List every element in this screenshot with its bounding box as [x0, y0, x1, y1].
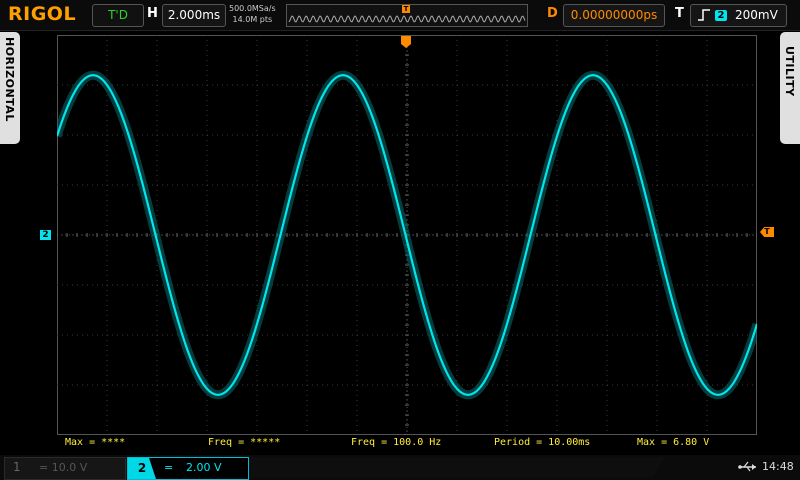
trigger-source-badge: 2 [715, 10, 727, 21]
channel1-coupling: = [39, 461, 49, 474]
top-status-bar: RIGOL T'D H 2.000ms 500.0MSa/s 14.0M pts… [0, 0, 800, 31]
run-status-text: T'D [108, 8, 128, 22]
channel2-scale: 2.00 V [186, 461, 222, 474]
delay-label: D [547, 6, 558, 21]
trigger-position-marker[interactable] [401, 36, 411, 48]
channel2-coupling: = [164, 461, 174, 474]
waveform-display[interactable] [57, 35, 757, 435]
horizontal-tab[interactable]: HORIZONTAL [0, 32, 20, 144]
channel1-scale-value: 10.0 V [51, 461, 88, 474]
usb-icon [738, 460, 758, 478]
timebase-box[interactable]: 2.000ms [162, 4, 226, 27]
trigger-level-marker[interactable]: T [760, 227, 774, 237]
delay-value: 0.00000000ps [570, 8, 658, 22]
horizontal-tab-label: HORIZONTAL [3, 37, 16, 122]
rigol-logo: RIGOL [8, 3, 77, 25]
timebase-value: 2.000ms [167, 8, 221, 22]
utility-tab-label: UTILITY [783, 46, 796, 97]
measurement-item: Freq = ***** [208, 437, 281, 448]
waveform-canvas [57, 35, 757, 435]
memory-depth: 14.0M pts [232, 15, 273, 24]
rising-edge-icon [697, 8, 711, 26]
clock: 14:48 [762, 460, 794, 473]
measurement-item: Max = **** [65, 437, 126, 448]
horizontal-label: H [147, 6, 158, 21]
channel2-indicator[interactable]: 2 = 2.00 V [127, 457, 249, 480]
channel1-indicator[interactable]: 1 = 10.0 V [4, 457, 126, 480]
measurement-bar: Max = **** Freq = ***** Freq = 100.0 Hz … [57, 437, 757, 451]
trigger-box[interactable]: 2 200mV [690, 4, 787, 27]
channel2-offset-marker[interactable]: 2 [40, 230, 51, 240]
bottom-status-bar: 1 = 10.0 V 2 = 2.00 V 14:48 [0, 455, 800, 480]
bottom-divider [250, 457, 665, 478]
channel2-number: 2 [128, 458, 156, 479]
run-status-box[interactable]: T'D [92, 4, 144, 27]
channel1-scale: = 10.0 V [39, 461, 87, 474]
measurement-item: Freq = 100.0 Hz [351, 437, 442, 448]
channel1-number: 1 [13, 460, 21, 474]
trigger-level-value: 200mV [735, 8, 778, 22]
measurement-item: Period = 10.00ms [494, 437, 591, 448]
utility-tab[interactable]: UTILITY [780, 32, 800, 144]
memory-trigger-marker: T [402, 5, 410, 13]
trigger-label: T [675, 6, 684, 21]
measurement-item: Max = 6.80 V [637, 437, 710, 448]
delay-box[interactable]: 0.00000000ps [563, 4, 665, 27]
acquisition-info: 500.0MSa/s 14.0M pts [229, 3, 276, 25]
sample-rate: 500.0MSa/s [229, 4, 276, 13]
